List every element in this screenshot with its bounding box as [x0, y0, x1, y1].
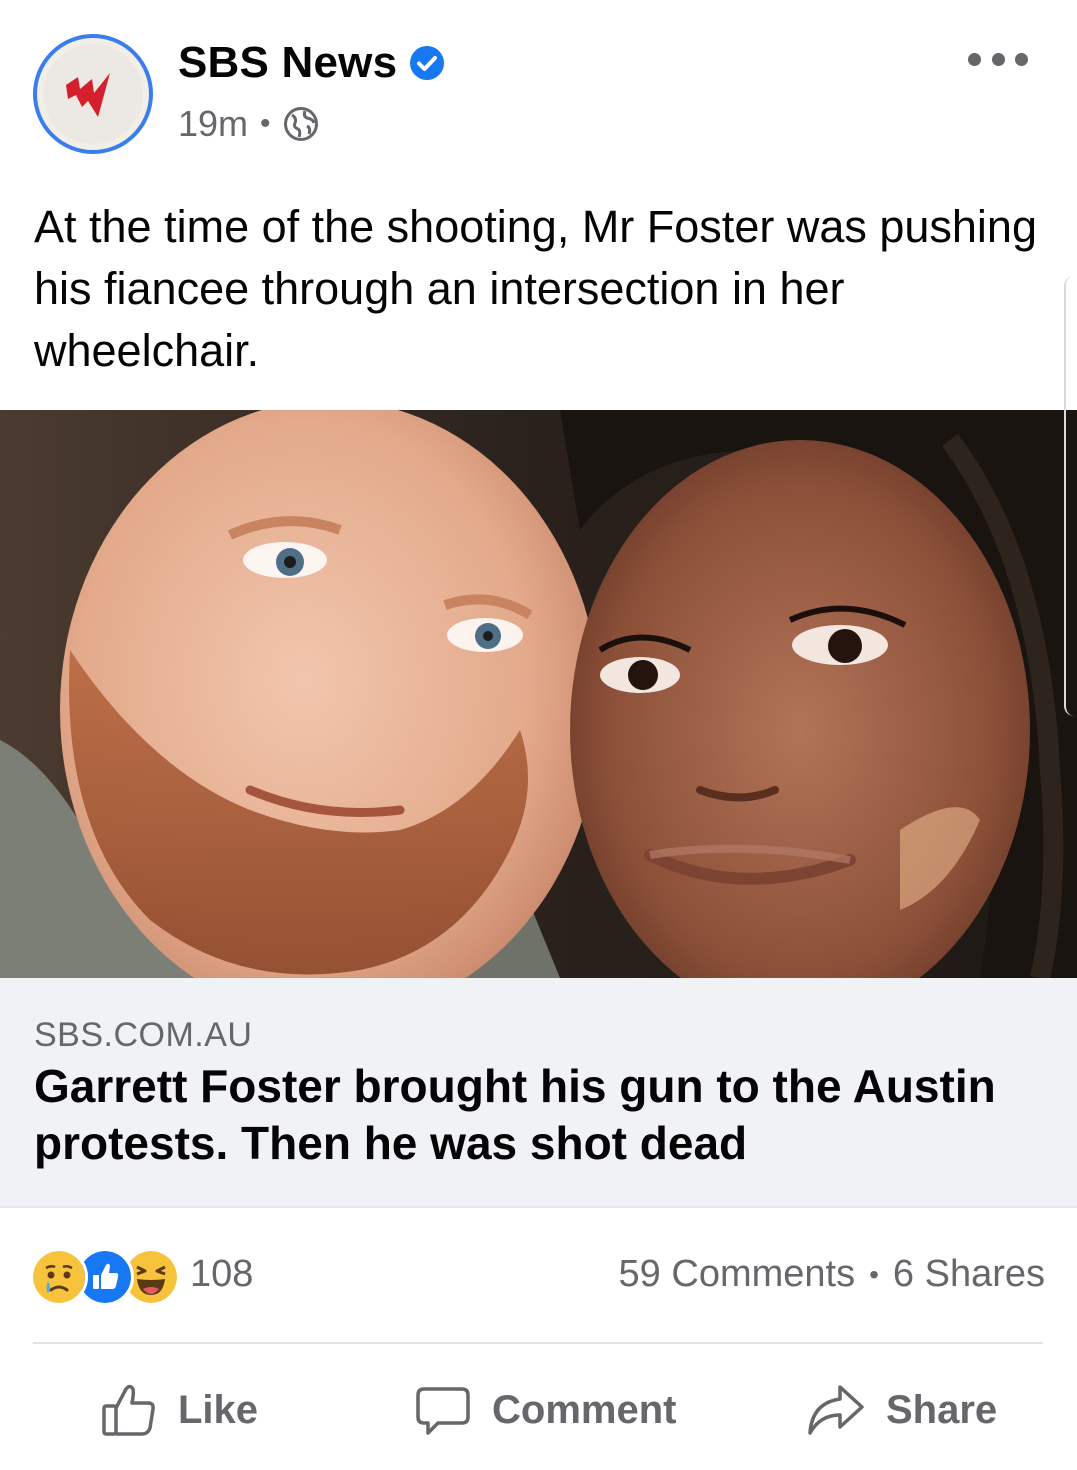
page-name[interactable]: SBS News	[178, 38, 397, 88]
post-header: SBS News 19m •	[0, 0, 1077, 175]
divider	[33, 1342, 1043, 1344]
link-domain[interactable]: SBS.COM.AU	[34, 1016, 252, 1055]
like-button[interactable]: Like	[100, 1370, 258, 1450]
sad-reaction-icon	[30, 1248, 88, 1306]
comment-label: Comment	[492, 1387, 677, 1432]
more-dot	[968, 52, 981, 66]
comment-icon	[416, 1387, 470, 1435]
couple-photo	[0, 410, 1077, 978]
globe-icon[interactable]	[283, 106, 319, 142]
post-image[interactable]	[0, 410, 1077, 978]
meta-separator: •	[260, 107, 271, 140]
post-meta: 19m •	[178, 102, 319, 146]
more-dot	[991, 52, 1005, 66]
like-label: Like	[178, 1387, 259, 1432]
verified-badge-icon	[410, 46, 445, 80]
like-icon	[102, 1384, 155, 1436]
page-name-row: SBS News	[178, 38, 445, 88]
post-text: At the time of the shooting, Mr Foster w…	[34, 201, 1037, 376]
action-bar: Like Comment Share	[0, 1370, 1077, 1450]
share-icon	[808, 1385, 864, 1435]
reactions-summary: 108 59 Comments • 6 Shares	[30, 1245, 1045, 1306]
share-button[interactable]: Share	[806, 1370, 997, 1450]
engagement-stats: 59 Comments • 6 Shares	[619, 1253, 1045, 1296]
sbs-logo	[43, 44, 143, 144]
page-avatar[interactable]	[33, 34, 153, 154]
link-title[interactable]: Garrett Foster brought his gun to the Au…	[34, 1058, 1044, 1172]
sbs-logo-mark	[66, 73, 110, 117]
comments-count[interactable]: 59 Comments	[619, 1253, 856, 1296]
more-dot	[1015, 52, 1028, 66]
reaction-icons[interactable]	[30, 1248, 180, 1306]
facebook-post: SBS News 19m • At the time of the shooti…	[0, 0, 1077, 1470]
share-label: Share	[886, 1387, 998, 1432]
reaction-count[interactable]: 108	[190, 1253, 253, 1296]
scroll-edge	[1064, 276, 1077, 716]
more-options-icon[interactable]	[968, 44, 1028, 74]
stats-separator: •	[869, 1258, 879, 1290]
comment-button[interactable]: Comment	[414, 1370, 676, 1450]
shares-count[interactable]: 6 Shares	[893, 1253, 1045, 1296]
post-timestamp[interactable]: 19m	[178, 103, 248, 145]
